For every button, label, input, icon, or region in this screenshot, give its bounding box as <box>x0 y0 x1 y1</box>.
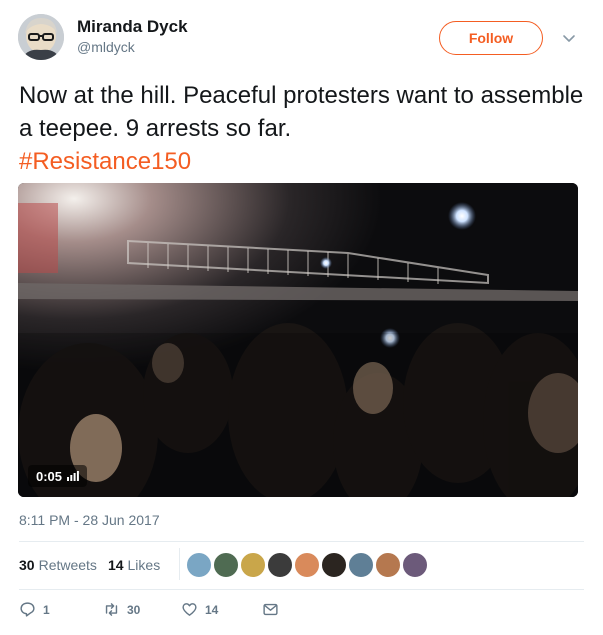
envelope-icon <box>263 603 278 616</box>
direct-message-action[interactable] <box>262 601 279 618</box>
reply-action[interactable]: 1 <box>19 601 50 618</box>
tweet-timestamp[interactable]: 8:11 PM - 28 Jun 2017 <box>19 512 160 528</box>
liker-avatar[interactable] <box>321 552 347 578</box>
retweets-count: 30 <box>19 557 35 573</box>
like-action[interactable]: 14 <box>181 601 218 618</box>
engagement-stats: 30 Retweets 14 Likes <box>19 555 171 575</box>
retweets-stat[interactable]: 30 Retweets <box>19 557 97 573</box>
author-name[interactable]: Miranda Dyck <box>77 17 188 37</box>
video-elapsed-time: 0:05 <box>36 468 63 484</box>
divider <box>19 541 584 542</box>
volume-bars-icon <box>67 471 79 481</box>
liker-avatar[interactable] <box>186 552 212 578</box>
retweet-action[interactable]: 30 <box>103 601 140 618</box>
reply-count: 1 <box>43 602 50 617</box>
author-handle[interactable]: @mldyck <box>77 39 135 55</box>
liker-avatar[interactable] <box>240 552 266 578</box>
hashtag-link[interactable]: #Resistance150 <box>19 145 584 178</box>
tweet-actions: 1 30 14 <box>19 601 289 621</box>
liker-avatar[interactable] <box>402 552 428 578</box>
follow-button[interactable]: Follow <box>439 21 543 55</box>
like-count: 14 <box>205 602 219 617</box>
liker-avatar[interactable] <box>375 552 401 578</box>
retweet-icon <box>105 603 118 616</box>
liker-avatar[interactable] <box>213 552 239 578</box>
video-frame <box>18 183 578 497</box>
tweet-text: Now at the hill. Peaceful protesters wan… <box>19 79 584 178</box>
author-avatar[interactable] <box>18 14 64 60</box>
reply-icon <box>20 602 35 617</box>
retweet-count: 30 <box>127 602 141 617</box>
liker-avatars <box>179 548 446 580</box>
liker-avatar[interactable] <box>294 552 320 578</box>
tweet-body: Now at the hill. Peaceful protesters wan… <box>19 82 584 142</box>
tweet-header: Miranda Dyck @mldyck Follow <box>0 0 603 70</box>
chevron-down-icon[interactable] <box>561 30 577 46</box>
video-player[interactable]: 0:05 <box>18 183 578 497</box>
likes-label: Likes <box>127 557 161 573</box>
divider <box>19 589 584 590</box>
liker-avatar[interactable] <box>267 552 293 578</box>
heart-icon <box>182 603 197 616</box>
likes-count: 14 <box>107 557 124 573</box>
retweets-label: Retweets <box>38 557 97 573</box>
video-elapsed-badge: 0:05 <box>28 465 88 487</box>
likes-stat[interactable]: 14 Likes <box>108 557 160 573</box>
liker-avatar[interactable] <box>348 552 374 578</box>
